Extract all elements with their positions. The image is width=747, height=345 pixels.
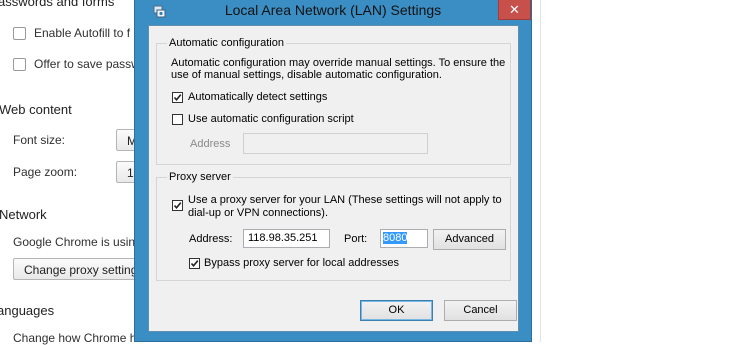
change-proxy-button[interactable]: Change proxy setting	[13, 258, 148, 280]
auto-config-group-label: Automatic configuration	[167, 37, 286, 49]
checkmark-icon	[190, 260, 199, 268]
bypass-local-checkbox[interactable]	[189, 258, 200, 269]
script-address-label: Address	[190, 138, 231, 150]
autofill-checkbox[interactable]	[13, 27, 26, 40]
page-divider	[540, 0, 541, 342]
font-size-label: Font size:	[13, 133, 66, 147]
languages-description: Change how Chrome h	[13, 331, 137, 345]
proxy-address-label: Address:	[189, 233, 233, 245]
use-proxy-checkbox[interactable]	[172, 200, 183, 211]
network-heading: Network	[0, 207, 47, 222]
checkmark-icon	[173, 94, 182, 102]
proxy-address-input[interactable]: 118.98.35.251	[243, 229, 330, 248]
auto-detect-label: Automatically detect settings	[188, 91, 328, 103]
use-proxy-label-line2: dial-up or VPN connections).	[188, 207, 329, 219]
ok-button[interactable]: OK	[360, 300, 433, 321]
port-selection: 8080	[383, 232, 408, 244]
dialog-body: Automatic configuration Automatic config…	[148, 25, 519, 332]
auto-config-description-line1: Automatic configuration may override man…	[171, 57, 506, 69]
use-proxy-label-line1: Use a proxy server for your LAN (These s…	[188, 194, 502, 206]
use-script-label: Use automatic configuration script	[188, 113, 354, 125]
advanced-button[interactable]: Advanced	[433, 229, 506, 250]
passwords-heading: asswords and forms	[0, 0, 115, 9]
script-address-input[interactable]	[243, 133, 428, 154]
proxy-server-group-label: Proxy server	[167, 171, 233, 183]
languages-heading: anguages	[0, 303, 55, 318]
checkmark-icon	[173, 202, 182, 210]
proxy-port-input[interactable]: 8080	[380, 229, 428, 248]
web-content-heading: Web content	[0, 102, 72, 117]
proxy-port-label: Port:	[344, 233, 368, 245]
auto-detect-checkbox[interactable]	[172, 92, 183, 103]
offer-save-checkbox[interactable]	[13, 58, 26, 71]
offer-save-label: Offer to save passw	[34, 57, 140, 71]
network-description: Google Chrome is usin	[13, 235, 136, 249]
lan-settings-dialog: Local Area Network (LAN) Settings ✕ Auto…	[134, 0, 532, 342]
auto-config-description-line2: use of manual settings, disable automati…	[171, 69, 442, 81]
page-zoom-label: Page zoom:	[13, 165, 78, 179]
use-script-checkbox[interactable]	[172, 114, 183, 125]
autofill-label: Enable Autofill to f	[34, 26, 131, 40]
bypass-local-label: Bypass proxy server for local addresses	[204, 257, 400, 269]
cancel-button[interactable]: Cancel	[444, 300, 517, 321]
dialog-title: Local Area Network (LAN) Settings	[224, 2, 442, 18]
close-button[interactable]: ✕	[498, 0, 531, 20]
